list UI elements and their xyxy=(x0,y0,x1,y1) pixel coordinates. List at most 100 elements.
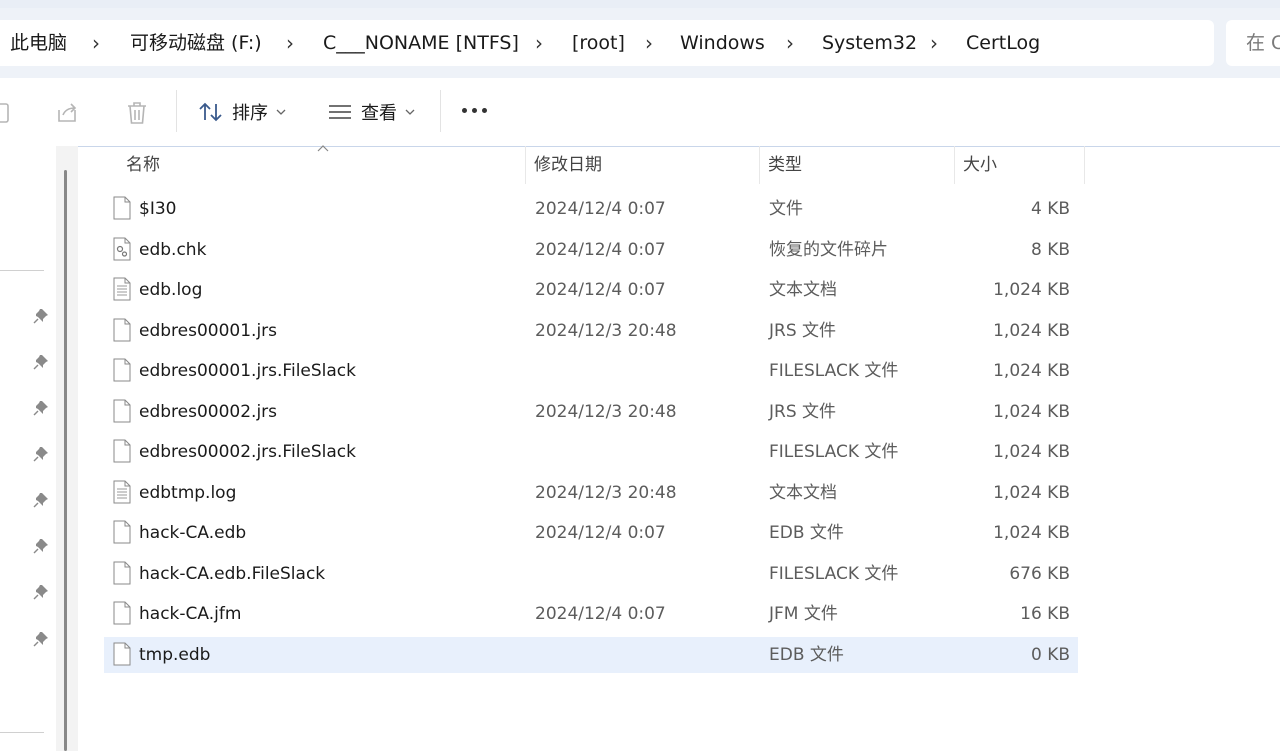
pin-icon[interactable] xyxy=(33,584,49,600)
breadcrumb-item-this-pc[interactable]: 此电脑 xyxy=(10,20,67,66)
sort-ascending-icon xyxy=(317,145,329,152)
column-header-size[interactable]: 大小 xyxy=(963,146,997,184)
breadcrumb-item-windows[interactable]: Windows xyxy=(680,20,765,66)
pin-icon[interactable] xyxy=(33,492,49,508)
pin-icon[interactable] xyxy=(33,631,49,647)
chevron-down-icon xyxy=(276,109,286,115)
toolbar-divider xyxy=(176,90,177,132)
file-size: 676 KB xyxy=(1009,563,1070,584)
column-divider[interactable] xyxy=(759,146,760,184)
file-type: JFM 文件 xyxy=(769,604,838,624)
sort-icon xyxy=(199,102,222,122)
column-divider[interactable] xyxy=(954,146,955,184)
file-date: 2024/12/3 20:48 xyxy=(535,320,677,341)
sort-button[interactable]: 排序 xyxy=(198,92,286,132)
file-row[interactable]: hack-CA.edb.FileSlack FILESLACK 文件 676 KB xyxy=(104,556,1078,592)
nav-divider xyxy=(0,732,44,733)
breadcrumb-item-root[interactable]: [root] xyxy=(572,20,625,66)
view-label: 查看 xyxy=(361,103,397,124)
chevron-right-icon[interactable]: › xyxy=(286,20,294,66)
column-divider[interactable] xyxy=(525,146,526,184)
view-icon xyxy=(329,105,351,119)
file-type: 恢复的文件碎片 xyxy=(769,239,888,260)
file-date: 2024/12/4 0:07 xyxy=(535,199,666,219)
file-size: 1,024 KB xyxy=(993,361,1070,381)
file-row[interactable]: hack-CA.jfm 2024/12/4 0:07 JFM 文件 16 KB xyxy=(104,596,1078,632)
file-row[interactable]: $I30 2024/12/4 0:07 文件 4 KB xyxy=(104,191,1078,227)
blank-file-icon xyxy=(113,196,131,220)
blank-file-icon xyxy=(113,561,131,584)
pane-splitter[interactable] xyxy=(56,146,78,751)
chevron-right-icon[interactable]: › xyxy=(645,20,653,66)
file-name: edbres00002.jrs xyxy=(139,401,278,422)
copy-icon[interactable] xyxy=(0,100,16,126)
blank-file-icon xyxy=(113,358,131,382)
file-date: 2024/12/4 0:07 xyxy=(535,239,666,260)
file-size: 0 KB xyxy=(1030,644,1070,665)
blank-file-icon xyxy=(113,520,131,544)
file-size: 1,024 KB xyxy=(993,320,1070,341)
chevron-right-icon[interactable]: › xyxy=(535,20,543,66)
command-bar: 排序 查看 xyxy=(0,78,1280,147)
column-header-type[interactable]: 类型 xyxy=(768,146,802,184)
search-input[interactable]: 在 C xyxy=(1226,20,1280,66)
column-header-date[interactable]: 修改日期 xyxy=(534,146,602,184)
file-name: edbres00001.jrs.FileSlack xyxy=(139,361,356,381)
file-row[interactable]: edbres00002.jrs 2024/12/3 20:48 JRS 文件 1,02… xyxy=(104,394,1078,430)
chevron-right-icon[interactable]: › xyxy=(92,20,100,66)
more-dot-icon xyxy=(482,108,487,113)
file-name: edb.chk xyxy=(139,239,207,260)
blank-file-icon xyxy=(113,642,131,665)
file-list: 名称 修改日期 类型 大小 $I30 2024/12/4 0:07 文件 4 KB ed… xyxy=(78,145,1280,751)
file-row[interactable]: edbres00002.jrs.FileSlack FILESLACK 文件 1,0… xyxy=(104,434,1078,470)
pin-icon[interactable] xyxy=(33,308,49,324)
file-size: 1,024 KB xyxy=(993,482,1070,503)
sort-label: 排序 xyxy=(232,103,268,124)
file-row[interactable]: edbres00001.jrs 2024/12/3 20:48 JRS 文件 1,02… xyxy=(104,313,1078,349)
breadcrumb-item-volume[interactable]: C___NONAME [NTFS] xyxy=(323,20,519,66)
file-name: edbres00002.jrs.FileSlack xyxy=(139,442,356,462)
pin-icon[interactable] xyxy=(33,400,49,416)
file-type: 文本文档 xyxy=(769,280,837,300)
view-button[interactable]: 查看 xyxy=(327,92,415,132)
system-file-icon xyxy=(113,237,131,260)
file-date: 2024/12/4 0:07 xyxy=(535,280,666,300)
file-date: 2024/12/3 20:48 xyxy=(535,401,677,422)
chevron-right-icon[interactable]: › xyxy=(930,20,938,66)
file-row[interactable]: hack-CA.edb 2024/12/4 0:07 EDB 文件 1,024 KB xyxy=(104,515,1078,551)
file-name: edb.log xyxy=(139,280,203,300)
more-options-button[interactable] xyxy=(462,108,487,113)
file-name: edbres00001.jrs xyxy=(139,320,278,341)
pin-icon[interactable] xyxy=(33,354,49,370)
blank-file-icon xyxy=(113,601,131,625)
file-row[interactable]: edbres00001.jrs.FileSlack FILESLACK 文件 1,0… xyxy=(104,353,1078,389)
chevron-right-icon[interactable]: › xyxy=(786,20,794,66)
breadcrumb-item-certlog[interactable]: CertLog xyxy=(966,20,1040,66)
file-size: 8 KB xyxy=(1030,239,1070,260)
file-size: 1,024 KB xyxy=(993,401,1070,422)
share-icon[interactable] xyxy=(55,100,81,126)
file-name: tmp.edb xyxy=(139,644,211,665)
file-name: hack-CA.edb.FileSlack xyxy=(139,563,326,584)
column-header-name[interactable]: 名称 xyxy=(126,146,160,184)
file-type: 文件 xyxy=(769,199,803,219)
column-divider[interactable] xyxy=(1084,146,1085,184)
file-row[interactable]: edb.log 2024/12/4 0:07 文本文档 1,024 KB xyxy=(104,272,1078,308)
file-row[interactable]: edbtmp.log 2024/12/3 20:48 文本文档 1,024 KB xyxy=(104,475,1078,511)
file-row[interactable]: tmp.edb EDB 文件 0 KB xyxy=(104,636,1078,673)
nav-scrollbar[interactable] xyxy=(64,170,67,751)
pin-icon[interactable] xyxy=(33,446,49,462)
file-name: hack-CA.edb xyxy=(139,523,247,543)
pin-icon[interactable] xyxy=(33,538,49,554)
search-placeholder: 在 C xyxy=(1246,32,1280,54)
toolbar-divider xyxy=(440,90,441,132)
breadcrumb-item-drive[interactable]: 可移动磁盘 (F:) xyxy=(130,20,262,66)
file-size: 1,024 KB xyxy=(993,442,1070,462)
delete-icon[interactable] xyxy=(124,100,150,126)
blank-file-icon xyxy=(113,399,131,422)
file-row[interactable]: edb.chk 2024/12/4 0:07 恢复的文件碎片 8 KB xyxy=(104,232,1078,268)
title-strip xyxy=(0,0,1280,8)
navigation-pane xyxy=(0,146,64,751)
breadcrumb[interactable]: 此电脑 › 可移动磁盘 (F:) › C___NONAME [NTFS] › [… xyxy=(0,20,1214,66)
breadcrumb-item-system32[interactable]: System32 xyxy=(822,20,917,66)
